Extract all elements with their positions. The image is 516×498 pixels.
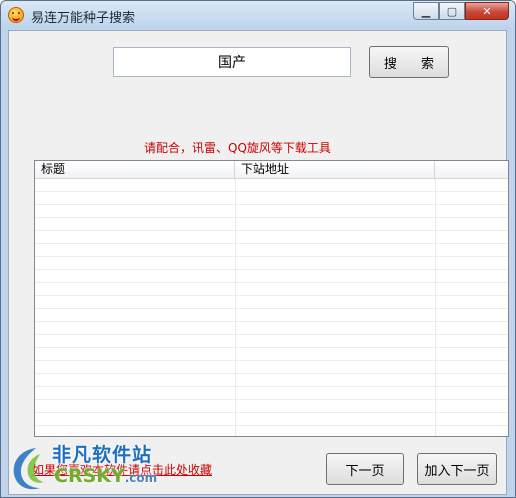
list-body[interactable] (35, 179, 508, 436)
next-page-button[interactable]: 下一页 (326, 453, 404, 485)
list-header: 标题 下站地址 (35, 161, 508, 179)
results-list[interactable]: 标题 下站地址 (34, 160, 509, 437)
crsky-logo-icon (13, 448, 44, 490)
app-smiley-icon (8, 7, 24, 23)
column-header-title[interactable]: 标题 (35, 161, 235, 178)
watermark-site-name: 非凡软件站 (52, 444, 153, 466)
column-header-download-url[interactable]: 下站地址 (235, 161, 435, 178)
watermark-domain-main: CRSKY (54, 465, 125, 487)
column-header-extra[interactable] (435, 161, 508, 178)
maximize-button[interactable]: ▢ (439, 2, 465, 20)
client-area: 搜 索 请配合，讯雷、QQ旋风等下载工具 标题 下站地址 如果您喜欢本软件请点击… (8, 30, 509, 495)
column-divider (435, 179, 436, 436)
search-input[interactable] (113, 47, 351, 77)
download-tool-notice: 请配合，讯雷、QQ旋风等下载工具 (144, 141, 331, 155)
window-title: 易连万能种子搜索 (31, 11, 136, 26)
column-divider (235, 179, 236, 436)
app-window: 易连万能种子搜索 ▁ ▢ ✕ 搜 索 请配合，讯雷、QQ旋风等下载工具 标题 下… (0, 0, 516, 498)
caption-buttons: ▁ ▢ ✕ (413, 2, 509, 21)
minimize-icon: ▁ (421, 4, 431, 18)
close-icon: ✕ (482, 4, 492, 18)
watermark-domain: CRSKY.com (54, 465, 157, 487)
maximize-icon: ▢ (446, 4, 458, 18)
minimize-button[interactable]: ▁ (413, 2, 439, 20)
add-next-page-button[interactable]: 加入下一页 (417, 453, 497, 485)
title-bar[interactable]: 易连万能种子搜索 ▁ ▢ ✕ (1, 1, 515, 29)
close-button[interactable]: ✕ (465, 2, 509, 20)
watermark-domain-tld: .com (124, 471, 158, 485)
crsky-watermark: 非凡软件站 CRSKY.com (0, 438, 180, 498)
search-button[interactable]: 搜 索 (369, 46, 449, 78)
